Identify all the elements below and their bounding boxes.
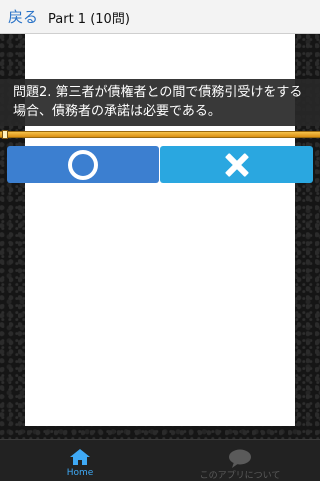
top-bar: 戻る Part 1 (10問) (0, 0, 320, 34)
page-title: Part 1 (10問) (48, 12, 130, 27)
progress-indicator (2, 130, 8, 139)
home-icon (70, 449, 90, 465)
false-answer-button[interactable] (160, 146, 313, 183)
circle-icon (68, 149, 98, 180)
back-button[interactable]: 戻る (8, 6, 38, 27)
progress-bar (0, 131, 320, 138)
tab-about[interactable]: このアプリについて (180, 440, 300, 481)
chat-bubble-icon (229, 449, 251, 468)
question-text: 問題2. 第三者が債権者との間で債務引受けをする場合、債務者の承諾は必要である。 (0, 79, 320, 126)
tab-home-label: Home (66, 468, 94, 478)
bottom-nav: Home このアプリについて (0, 439, 320, 481)
true-answer-button[interactable] (7, 146, 159, 183)
tab-home[interactable]: Home (40, 440, 120, 481)
cross-icon (224, 152, 250, 178)
tab-about-label: このアプリについて (199, 471, 281, 481)
